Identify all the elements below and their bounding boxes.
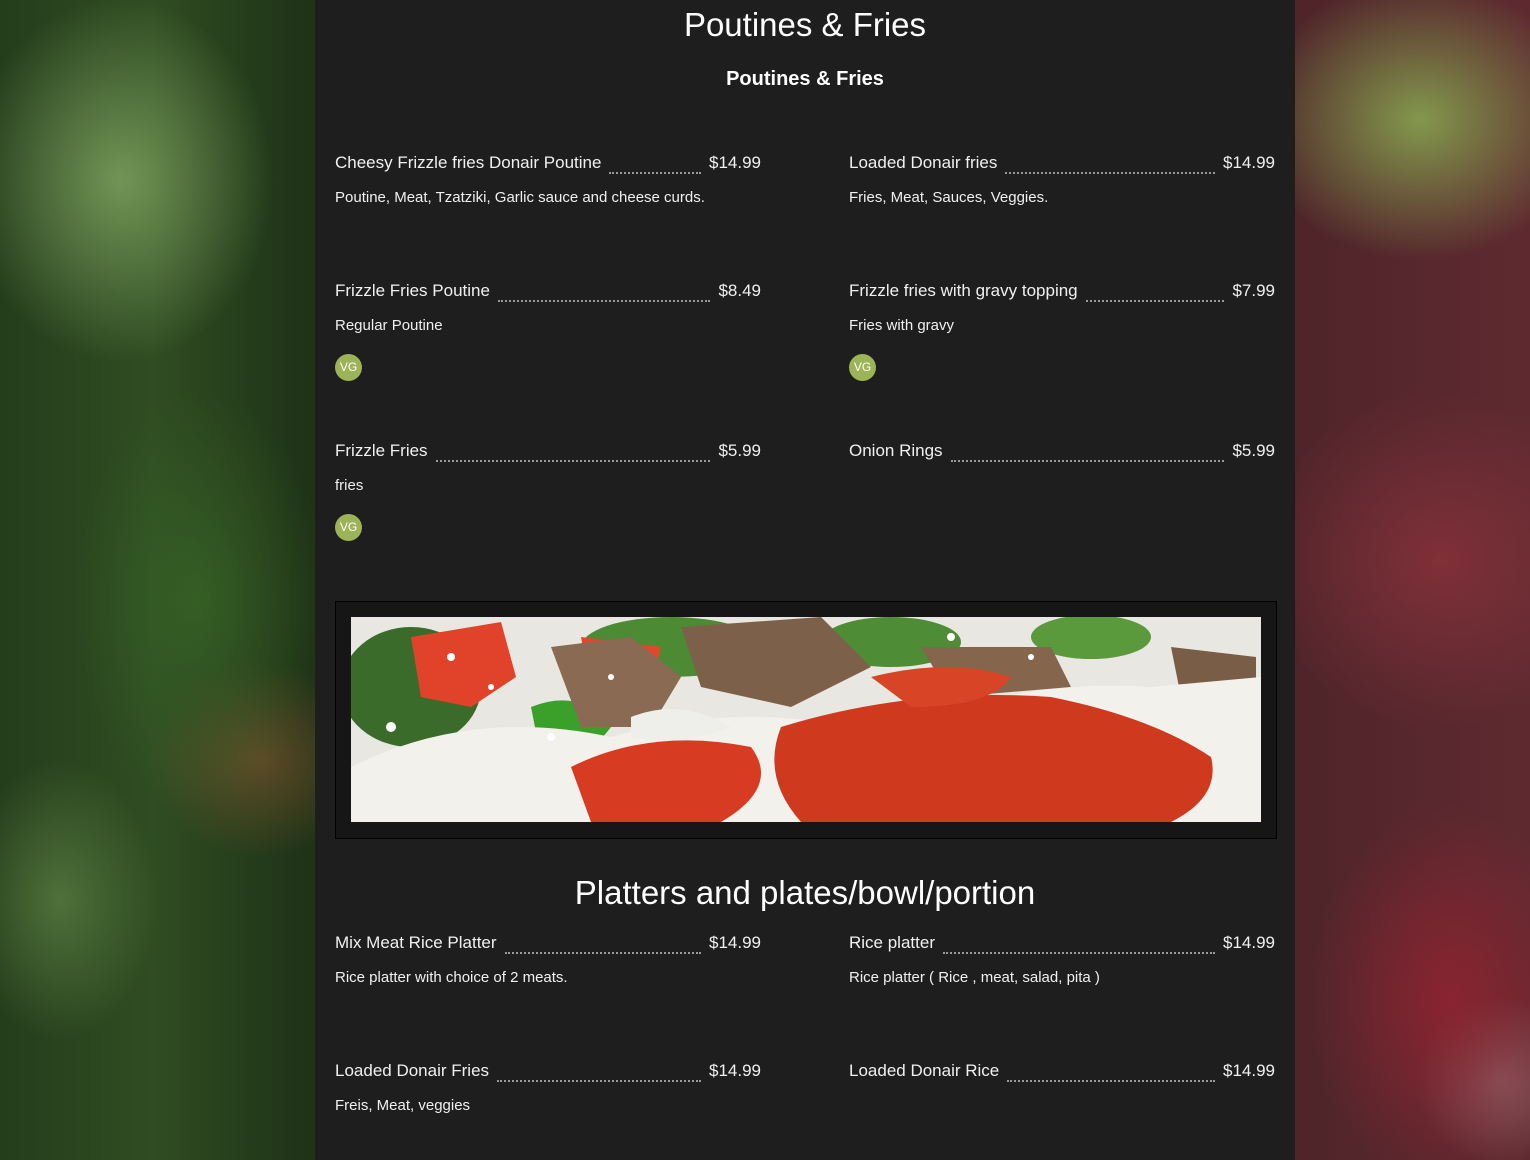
item-description: Regular Poutine	[335, 317, 443, 334]
item-description: Fries, Meat, Sauces, Veggies.	[849, 189, 1049, 206]
item-price: $8.49	[718, 281, 761, 300]
item-name: Rice platter	[849, 933, 935, 952]
item-name: Loaded Donair Rice	[849, 1061, 1000, 1080]
section-title-poutines: Poutines & Fries	[683, 6, 927, 43]
item-name: Mix Meat Rice Platter	[335, 933, 497, 952]
donair-platter-photo	[351, 617, 1261, 822]
section-title-platters: Platters and plates/bowl/portion	[574, 874, 1036, 911]
item-price: $5.99	[1232, 441, 1275, 460]
menu-item[interactable]: Frizzle fries with gravy topping $7.99 F…	[849, 281, 1275, 381]
menu-item[interactable]: Mix Meat Rice Platter $14.99 Rice platte…	[335, 933, 761, 986]
menu-panel: Poutines & Fries Poutines & Fries Cheesy…	[315, 0, 1295, 1160]
dot-leader	[1005, 160, 1215, 174]
food-photo-frame	[335, 601, 1277, 839]
section-subtitle-poutines: Poutines & Fries	[726, 68, 884, 90]
menu-item[interactable]: Frizzle Fries $5.99 fries VG	[335, 441, 761, 541]
menu-item[interactable]: Loaded Donair Rice $14.99	[849, 1061, 1275, 1085]
item-price: $14.99	[1223, 1061, 1275, 1080]
menu-item[interactable]: Rice platter $14.99 Rice platter ( Rice …	[849, 933, 1275, 986]
menu-item[interactable]: Onion Rings $5.99	[849, 441, 1275, 465]
dot-leader	[497, 288, 711, 302]
item-name: Loaded Donair Fries	[335, 1061, 490, 1080]
item-price: $14.99	[709, 933, 761, 952]
dot-leader	[609, 160, 701, 174]
item-description: Fries with gravy	[849, 317, 955, 334]
menu-item[interactable]: Loaded Donair fries $14.99 Fries, Meat, …	[849, 153, 1275, 206]
item-description: Poutine, Meat, Tzatziki, Garlic sauce an…	[335, 189, 705, 206]
item-price: $14.99	[1223, 153, 1275, 172]
item-name: Frizzle Fries	[335, 441, 428, 460]
item-description: fries	[335, 477, 364, 494]
item-name: Loaded Donair fries	[849, 153, 998, 172]
vg-badge-icon: VG	[849, 354, 876, 381]
dot-leader	[942, 940, 1215, 954]
menu-item[interactable]: Loaded Donair Fries $14.99 Freis, Meat, …	[335, 1061, 761, 1114]
item-price: $14.99	[709, 153, 761, 172]
background-image-left	[0, 0, 315, 1160]
dot-leader	[504, 940, 701, 954]
item-price: $14.99	[709, 1061, 761, 1080]
background-image-right	[1295, 0, 1530, 1160]
item-name: Frizzle fries with gravy topping	[849, 281, 1078, 300]
item-price: $14.99	[1223, 933, 1275, 952]
dot-leader	[1007, 1068, 1215, 1082]
item-description: Rice platter with choice of 2 meats.	[335, 969, 568, 986]
vg-badge-icon: VG	[335, 514, 362, 541]
item-price: $7.99	[1232, 281, 1275, 300]
item-description: Freis, Meat, veggies	[335, 1097, 471, 1114]
item-name: Frizzle Fries Poutine	[335, 281, 490, 300]
dot-leader	[435, 448, 711, 462]
item-name: Onion Rings	[849, 441, 943, 460]
item-name: Cheesy Frizzle fries Donair Poutine	[335, 153, 602, 172]
dot-leader	[497, 1068, 701, 1082]
item-price: $5.99	[718, 441, 761, 460]
menu-item[interactable]: Frizzle Fries Poutine $8.49 Regular Pout…	[335, 281, 761, 381]
item-description: Rice platter ( Rice , meat, salad, pita …	[849, 969, 1100, 986]
vg-badge-icon: VG	[335, 354, 362, 381]
dot-leader	[950, 448, 1225, 462]
menu-item[interactable]: Cheesy Frizzle fries Donair Poutine $14.…	[335, 153, 761, 206]
dot-leader	[1085, 288, 1225, 302]
